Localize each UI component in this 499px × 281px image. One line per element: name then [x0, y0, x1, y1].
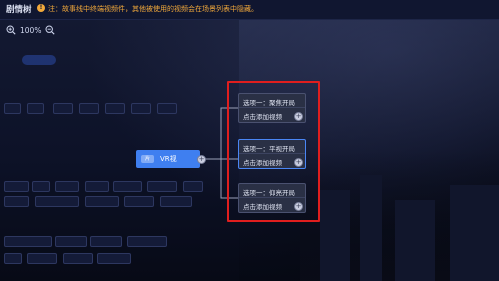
warning-icon: ! — [37, 4, 45, 12]
option-node-3[interactable]: 选项一：仰亮开局 点击添加视频 + — [238, 183, 306, 213]
vr-node-add-icon[interactable]: + — [197, 155, 206, 164]
add-video-link[interactable]: 点击添加视频 — [243, 201, 282, 211]
add-video-link[interactable]: 点击添加视频 — [243, 157, 282, 167]
option-divider — [239, 107, 305, 108]
option-node-2[interactable]: 选项一：平视开局 点击添加视频 + — [238, 139, 306, 169]
add-video-icon[interactable]: + — [294, 112, 303, 121]
zoom-controls: 100% — [6, 24, 56, 36]
option-title: 选项一：聚焦开局 — [243, 99, 295, 107]
vr-node-tag: 片 — [141, 155, 154, 163]
title-bar: 剧情树 ! 注：故事线中终端视频件，其他被使用的视频会在场景列表中隐藏。 — [0, 0, 499, 20]
option-divider — [239, 197, 305, 198]
notice-text: 注：故事线中终端视频件，其他被使用的视频会在场景列表中隐藏。 — [48, 5, 258, 13]
zoom-out-icon[interactable] — [45, 25, 56, 35]
option-title: 选项一：仰亮开局 — [243, 189, 295, 197]
zoom-in-icon[interactable] — [6, 25, 16, 35]
option-title: 选项一：平视开局 — [243, 145, 295, 153]
add-video-icon[interactable]: + — [294, 158, 303, 167]
background-buildings — [300, 150, 499, 281]
vr-video-node[interactable]: 片 VR视 — [136, 150, 200, 168]
add-video-icon[interactable]: + — [294, 202, 303, 211]
option-node-1[interactable]: 选项一：聚焦开局 点击添加视频 + — [238, 93, 306, 123]
dimmed-button — [22, 55, 56, 65]
zoom-level: 100% — [20, 25, 42, 35]
add-video-link[interactable]: 点击添加视频 — [243, 111, 282, 121]
option-divider — [239, 153, 305, 154]
page-title: 剧情树 — [6, 5, 32, 15]
vr-node-label: VR视 — [160, 155, 177, 163]
